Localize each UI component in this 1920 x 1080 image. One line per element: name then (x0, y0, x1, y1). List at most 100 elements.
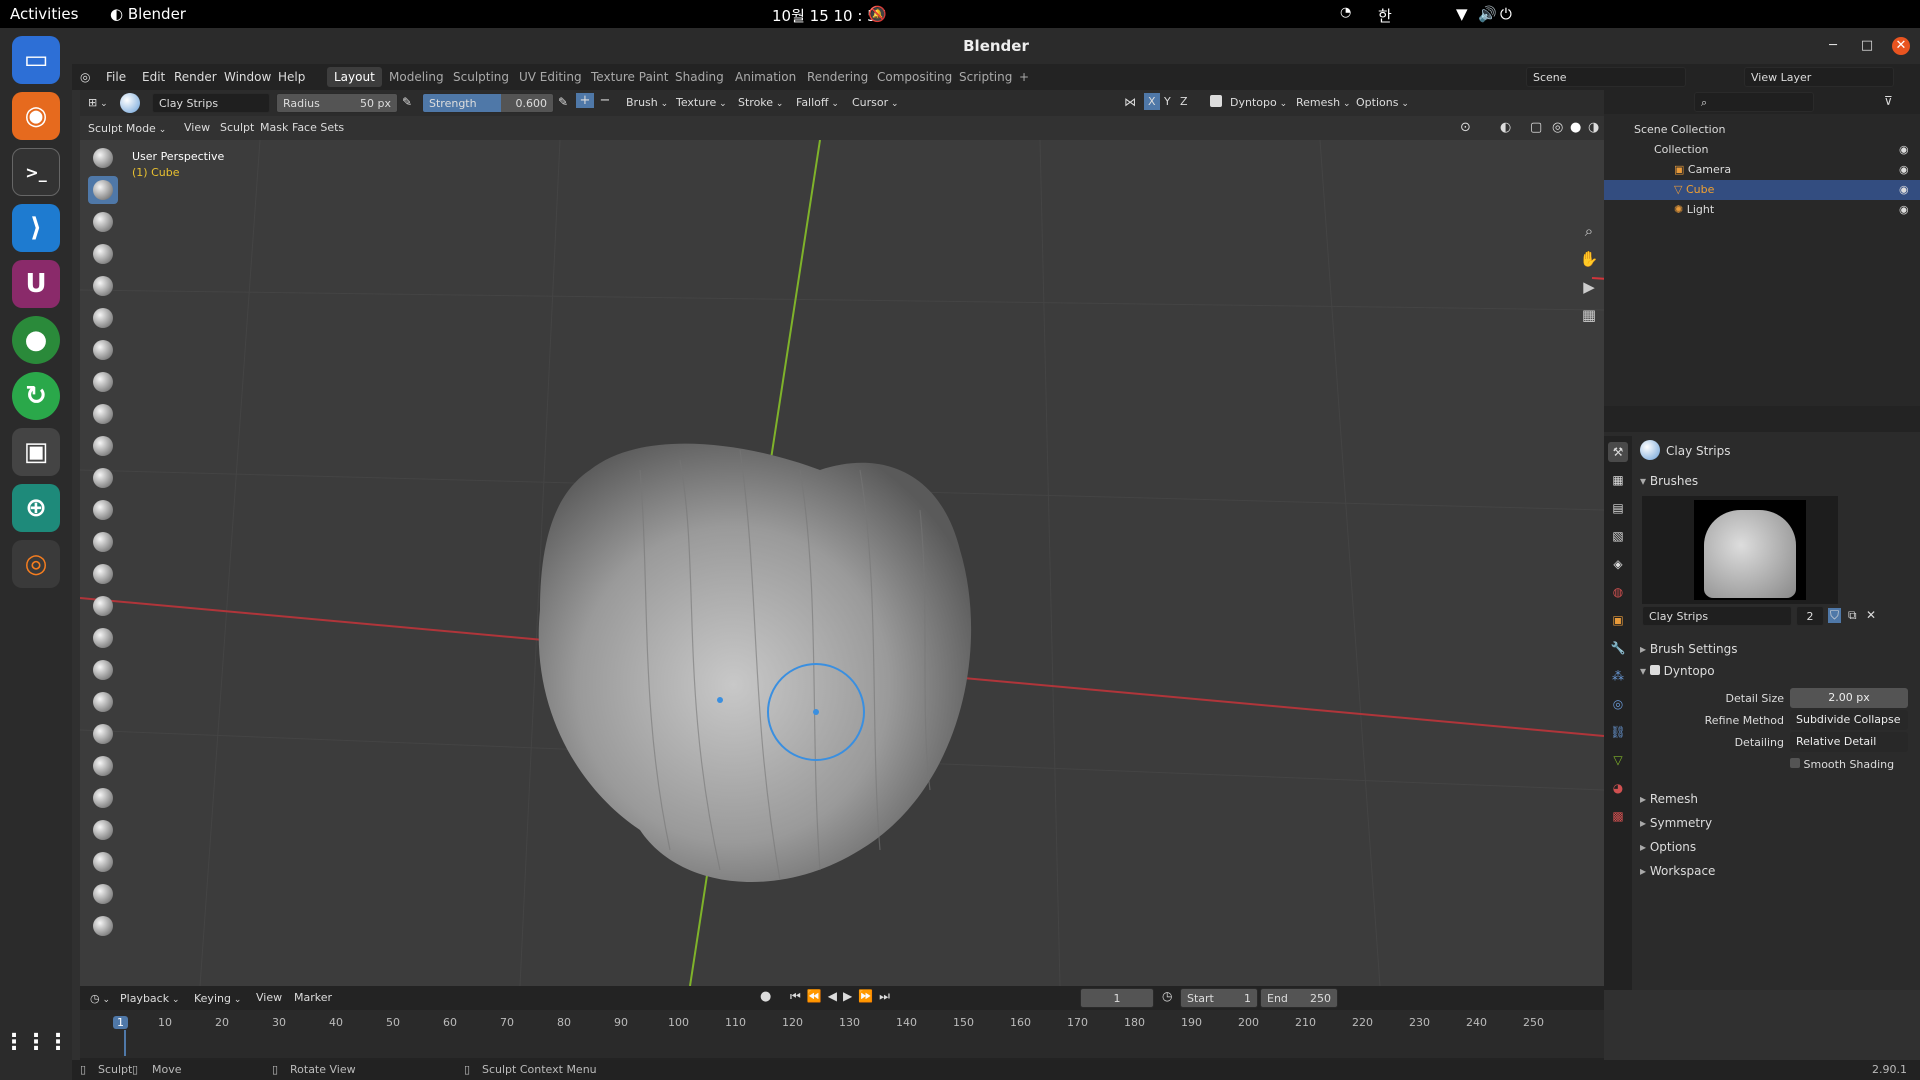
fake-user-icon[interactable]: ⛉ (1828, 608, 1842, 623)
menu-file[interactable]: File (106, 70, 126, 84)
strength-field[interactable]: Strength 0.600 (422, 93, 554, 113)
chrome-app-icon[interactable]: ● (12, 316, 60, 364)
material-tab-icon[interactable]: ◕ (1608, 778, 1628, 798)
tool-mask[interactable] (88, 848, 118, 876)
outliner-item-light[interactable]: ✺ Light ◉ (1604, 200, 1920, 220)
stroke-menu[interactable]: Stroke (734, 93, 787, 112)
dyntopo-checkbox[interactable] (1210, 95, 1222, 107)
usb-creator-icon[interactable]: ⊕ (12, 484, 60, 532)
dyntopo-section-checkbox[interactable] (1649, 665, 1660, 675)
tab-uv-editing[interactable]: UV Editing (512, 67, 589, 87)
remesh-section[interactable]: Remesh (1640, 792, 1698, 806)
filter-icon[interactable]: ⊽ (1884, 94, 1893, 108)
tool-pose[interactable] (88, 752, 118, 780)
ortho-grid-icon[interactable]: ▦ (1576, 302, 1602, 328)
start-frame-field[interactable]: Start 1 (1180, 988, 1258, 1008)
tool-box-mask[interactable] (88, 880, 118, 908)
output-tab-icon[interactable]: ▤ (1608, 498, 1628, 518)
vscode-app-icon[interactable]: ⟩ (12, 204, 60, 252)
tool-clay[interactable] (88, 240, 118, 268)
timeline-ruler[interactable]: 1 10 20 30 40 50 60 70 80 90 100 110 120… (80, 1010, 1604, 1058)
end-frame-field[interactable]: End 250 (1260, 988, 1338, 1008)
solid-shading-icon[interactable]: ● (1570, 120, 1581, 135)
smooth-shading-checkbox[interactable]: Smooth Shading (1790, 758, 1894, 771)
outliner-scene-collection[interactable]: Scene Collection (1604, 120, 1920, 140)
outliner-item-cube[interactable]: ▽ Cube ◉ (1604, 180, 1920, 200)
particles-tab-icon[interactable]: ⁂ (1608, 666, 1628, 686)
outliner-collection[interactable]: Collection ◉ (1604, 140, 1920, 160)
viewport-canvas[interactable] (80, 90, 1604, 986)
eye-icon[interactable]: ◉ (1899, 200, 1909, 220)
tool-elastic-deform[interactable] (88, 656, 118, 684)
tool-grab[interactable] (88, 624, 118, 652)
timeline-editor-type[interactable]: ◷ (86, 989, 114, 1008)
menu-window[interactable]: Window (224, 70, 271, 84)
duplicate-brush-icon[interactable]: ⧉ (1848, 608, 1857, 623)
activities-button[interactable]: Activities (10, 5, 78, 23)
direction-add-icon[interactable]: + (576, 93, 594, 108)
blender-logo-icon[interactable]: ◎ (80, 70, 90, 84)
symmetry-y-toggle[interactable]: Y (1160, 93, 1175, 110)
add-workspace-icon[interactable]: + (1012, 67, 1036, 87)
ubuntu-software-icon[interactable]: U (12, 260, 60, 308)
blender-dock-icon[interactable]: ◎ (12, 540, 60, 588)
view-menu[interactable]: View (184, 121, 210, 134)
close-icon[interactable]: ✕ (1892, 37, 1910, 55)
brushes-section[interactable]: Brushes (1640, 474, 1698, 488)
wireframe-shading-icon[interactable]: ◎ (1552, 120, 1563, 135)
symmetry-z-toggle[interactable]: Z (1176, 93, 1192, 110)
sculpted-cube-mesh[interactable] (538, 443, 972, 883)
render-tab-icon[interactable]: ▦ (1608, 470, 1628, 490)
brush-selector[interactable]: Clay Strips (152, 93, 270, 113)
radius-field[interactable]: Radius 50 px (276, 93, 398, 113)
editor-type-menu[interactable]: ⊞ (84, 93, 112, 112)
scene-selector[interactable]: Scene (1526, 67, 1686, 87)
unlink-brush-icon[interactable]: ✕ (1866, 608, 1876, 622)
eye-icon[interactable]: ◉ (1899, 180, 1909, 200)
eye-icon[interactable]: ◉ (1899, 140, 1909, 160)
outliner-search-input[interactable]: ⌕ (1694, 92, 1814, 112)
tool-scrape[interactable] (88, 528, 118, 556)
workspace-section[interactable]: Workspace (1640, 864, 1716, 878)
current-frame-field[interactable]: 1 (1080, 988, 1154, 1008)
tab-texture-paint[interactable]: Texture Paint (584, 67, 675, 87)
cursor-menu[interactable]: Cursor (848, 93, 903, 112)
tab-layout[interactable]: Layout (327, 67, 382, 87)
menu-help[interactable]: Help (278, 70, 305, 84)
timeline-view-menu[interactable]: View (256, 991, 282, 1004)
world-tab-icon[interactable]: ◍ (1608, 582, 1628, 602)
tool-thumb[interactable] (88, 720, 118, 748)
brush-preview-icon[interactable] (120, 93, 140, 113)
xray-icon[interactable]: ▢ (1530, 120, 1542, 135)
brush-settings-section[interactable]: Brush Settings (1640, 642, 1738, 656)
tool-draw[interactable] (88, 144, 118, 172)
tool-draw-sharp[interactable] (88, 208, 118, 236)
tab-compositing[interactable]: Compositing (870, 67, 959, 87)
view-layer-tab-icon[interactable]: ▧ (1608, 526, 1628, 546)
show-apps-icon[interactable]: ⋮⋮⋮ (3, 1018, 69, 1066)
power-icon[interactable]: ⏻ (1500, 5, 1512, 23)
preview-range-icon[interactable]: ◷ (1162, 989, 1172, 1003)
input-language[interactable]: 한 (1378, 5, 1392, 26)
texture-menu[interactable]: Texture (672, 93, 731, 112)
tool-smooth[interactable] (88, 432, 118, 460)
zoom-icon[interactable]: ⌕ (1576, 218, 1602, 244)
menu-render[interactable]: Render (174, 70, 217, 84)
tool-nudge[interactable] (88, 784, 118, 812)
tool-flatten[interactable] (88, 464, 118, 492)
tool-fill[interactable] (88, 496, 118, 524)
playhead[interactable] (124, 1030, 126, 1056)
tool-snake-hook[interactable] (88, 688, 118, 716)
blender-app-menu[interactable]: ◐ Blender (110, 5, 186, 23)
symmetry-x-toggle[interactable]: X (1144, 93, 1160, 110)
tool-inflate[interactable] (88, 336, 118, 364)
brush-menu[interactable]: Brush (622, 93, 672, 112)
minimize-icon[interactable]: ─ (1824, 37, 1842, 55)
pan-hand-icon[interactable]: ✋ (1576, 246, 1602, 272)
marker-menu[interactable]: Marker (294, 991, 332, 1004)
direction-subtract-icon[interactable]: − (596, 93, 614, 108)
dyntopo-section[interactable]: Dyntopo (1640, 664, 1715, 678)
mask-menu[interactable]: Mask (260, 121, 288, 134)
tab-rendering[interactable]: Rendering (800, 67, 875, 87)
refine-method-dropdown[interactable]: Subdivide Collapse (1790, 710, 1908, 730)
